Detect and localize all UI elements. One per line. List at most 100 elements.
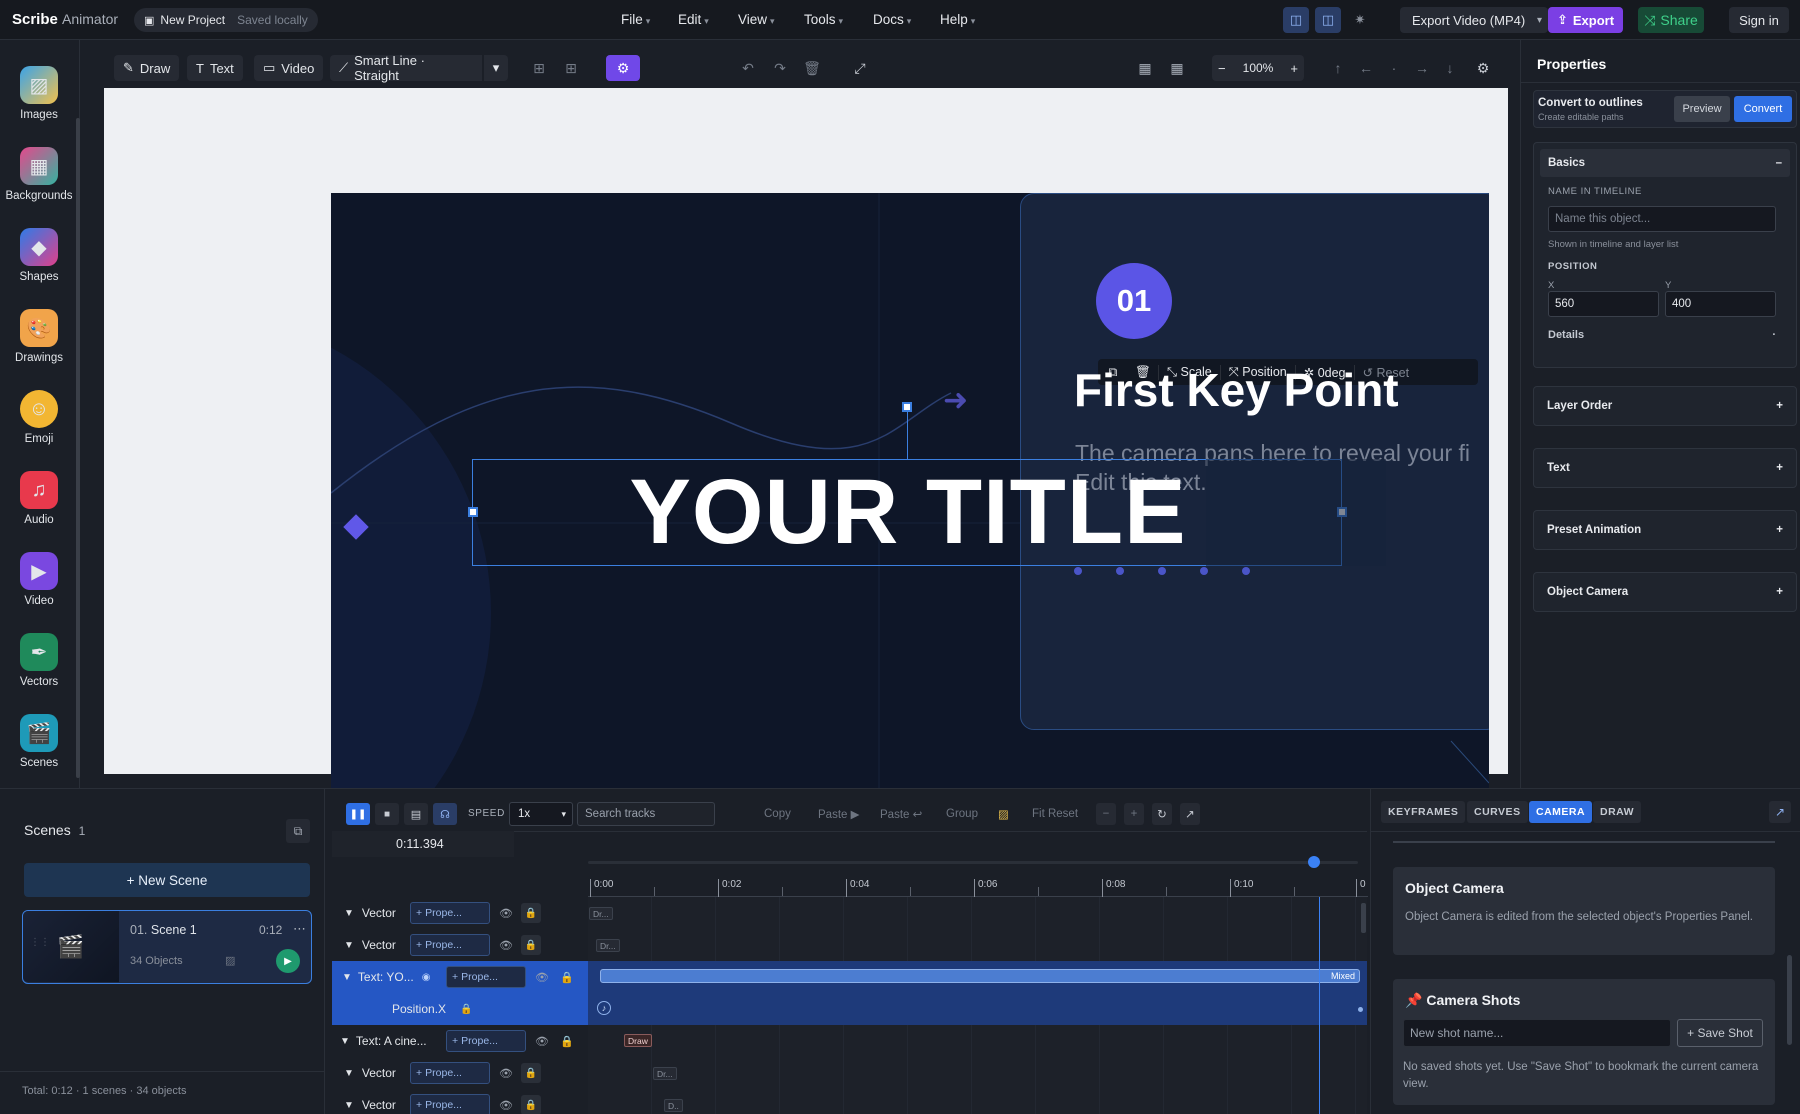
- arrow-up-icon[interactable]: ↑: [1327, 57, 1349, 79]
- stop-icon[interactable]: ■: [375, 803, 399, 825]
- properties-dropdown[interactable]: + Prope...: [410, 1062, 490, 1084]
- properties-dropdown[interactable]: + Prope...: [446, 1030, 526, 1052]
- lock-icon[interactable]: 🔒: [521, 903, 541, 923]
- key-point-heading[interactable]: First Key Point: [1074, 363, 1399, 417]
- image-icon[interactable]: ▨: [998, 803, 1009, 825]
- properties-dropdown[interactable]: + Prope...: [446, 966, 526, 988]
- position-y-input[interactable]: 400: [1665, 291, 1776, 317]
- loading-icon[interactable]: ✷: [1347, 7, 1373, 33]
- menu-file[interactable]: File ▾: [621, 12, 650, 27]
- collapse-icon[interactable]: ▼: [344, 1068, 354, 1079]
- collapse-icon[interactable]: ▼: [340, 1036, 350, 1047]
- properties-dropdown[interactable]: + Prope...: [410, 1094, 490, 1114]
- clip-chip[interactable]: Draw: [624, 1034, 652, 1047]
- settings-gear-icon[interactable]: ⚙: [606, 55, 640, 81]
- tool-vectors[interactable]: ✒ Vectors: [0, 633, 78, 688]
- trash-icon[interactable]: 🗑: [801, 57, 823, 79]
- center-icon[interactable]: ·: [1383, 57, 1405, 79]
- properties-dropdown[interactable]: + Prope...: [410, 902, 490, 924]
- track-search-input[interactable]: Search tracks: [577, 802, 715, 826]
- track-row-selected[interactable]: ▼ Text: YO... ◉ + Prope... 👁 🔒: [332, 961, 588, 993]
- position-x-input[interactable]: 560: [1548, 291, 1659, 317]
- project-pill[interactable]: ▣ New Project Saved locally: [134, 8, 318, 32]
- collapse-icon[interactable]: ▼: [344, 908, 354, 919]
- track-row[interactable]: ▼ Text: A cine... + Prope... 👁 🔒: [332, 1025, 588, 1057]
- tab-camera[interactable]: CAMERA: [1529, 801, 1593, 823]
- layout-left-icon[interactable]: ◫: [1283, 7, 1309, 33]
- export-button[interactable]: ⇪ Export: [1548, 7, 1623, 33]
- shot-name-input[interactable]: New shot name...: [1403, 1019, 1671, 1047]
- tool-audio[interactable]: ♫ Audio: [0, 471, 78, 526]
- paste-replace-button[interactable]: Paste ↩: [880, 803, 922, 825]
- preview-button[interactable]: Preview: [1674, 96, 1730, 122]
- layout-right-icon[interactable]: ◫: [1315, 7, 1341, 33]
- unlock-icon[interactable]: 🔒: [560, 971, 574, 984]
- track-scrollbar[interactable]: [1361, 903, 1366, 933]
- tool-drawings[interactable]: 🎨 Drawings: [0, 309, 78, 364]
- more-icon[interactable]: ⋯: [293, 921, 306, 937]
- lock-icon[interactable]: 🔒: [521, 935, 541, 955]
- arrow-down-icon[interactable]: ↓: [1439, 57, 1461, 79]
- clip-bar[interactable]: Mixed: [600, 969, 1360, 983]
- caption-icon[interactable]: ▤: [404, 803, 428, 825]
- eye-icon[interactable]: 👁: [499, 1067, 513, 1080]
- play-scene-icon[interactable]: ▶: [276, 949, 300, 973]
- external-link-icon[interactable]: ↗: [1180, 803, 1200, 825]
- slide[interactable]: 01 ⧉ 🗑 ⤡ Scale ⤧ Position ✲ 0deg ↺ Reset…: [331, 193, 1489, 845]
- time-ruler[interactable]: 0:00 0:02 0:04 0:06 0:08 0:10 0: [588, 877, 1368, 897]
- property-row[interactable]: Position.X 🔒: [332, 993, 588, 1025]
- duplicate-scene-icon[interactable]: ⧉: [286, 819, 310, 843]
- tab-keyframes[interactable]: KEYFRAMES: [1381, 801, 1466, 823]
- collapse-icon[interactable]: ▼: [344, 1100, 354, 1111]
- name-input[interactable]: Name this object...: [1548, 206, 1776, 232]
- menu-tools[interactable]: Tools ▾: [804, 12, 843, 27]
- eye-icon[interactable]: 👁: [499, 939, 513, 952]
- rotate-handle[interactable]: [902, 402, 912, 412]
- smart-line-button[interactable]: ⟋ Smart Line · Straight: [330, 53, 482, 83]
- grid-icon[interactable]: ▦: [1134, 57, 1156, 79]
- pause-icon[interactable]: ❚❚: [346, 803, 370, 825]
- zoom-in-icon[interactable]: +: [1124, 803, 1144, 825]
- share-button[interactable]: ⤨ Share: [1638, 7, 1704, 33]
- collapse-icon[interactable]: ▼: [344, 940, 354, 951]
- resize-handle-left[interactable]: [468, 507, 478, 517]
- properties-dropdown[interactable]: + Prope...: [410, 934, 490, 956]
- fit-reset-button[interactable]: Fit Reset: [1032, 803, 1078, 825]
- menu-view[interactable]: View ▾: [738, 12, 775, 27]
- unlock-icon[interactable]: 🔒: [460, 1004, 472, 1015]
- tool-images[interactable]: ▨ Images: [0, 66, 78, 121]
- playhead[interactable]: [1319, 897, 1320, 1114]
- redo-icon[interactable]: ↷: [769, 57, 791, 79]
- scrub-handle[interactable]: [1308, 856, 1320, 868]
- preset-animation-section[interactable]: Preset Animation +: [1533, 510, 1797, 550]
- eye-icon[interactable]: 👁: [535, 1035, 549, 1048]
- group-button[interactable]: Group: [946, 803, 978, 825]
- convert-button[interactable]: Convert: [1734, 96, 1792, 122]
- group-icon[interactable]: ⊞: [528, 57, 550, 79]
- zoom-in-icon[interactable]: +: [1290, 61, 1298, 76]
- fullscreen-icon[interactable]: ⤢: [849, 57, 871, 79]
- text-button[interactable]: T Text: [187, 55, 243, 81]
- rail-scrollbar[interactable]: [76, 118, 80, 778]
- speed-select[interactable]: 1x ▾: [509, 802, 573, 826]
- tab-draw[interactable]: DRAW: [1593, 801, 1642, 823]
- eye-icon[interactable]: 👁: [499, 1099, 513, 1112]
- basics-header[interactable]: Basics –: [1540, 149, 1790, 177]
- refresh-icon[interactable]: ↻: [1152, 803, 1172, 825]
- zoom-out-icon[interactable]: −: [1218, 61, 1226, 76]
- undo-icon[interactable]: ↶: [737, 57, 759, 79]
- clip-chip[interactable]: Dr...: [589, 907, 613, 920]
- layer-order-section[interactable]: Layer Order +: [1533, 386, 1797, 426]
- collapse-icon[interactable]: ▼: [342, 972, 352, 983]
- ungroup-icon[interactable]: ⊞: [560, 57, 582, 79]
- new-scene-button[interactable]: + New Scene: [24, 863, 310, 897]
- headphones-icon[interactable]: ☊: [433, 803, 457, 825]
- number-badge[interactable]: 01: [1096, 263, 1172, 339]
- lock-icon[interactable]: 🔒: [521, 1063, 541, 1083]
- track-row[interactable]: ▼ Vector + Prope... 👁 🔒: [332, 897, 588, 929]
- tool-emoji[interactable]: ☺ Emoji: [0, 390, 78, 445]
- tab-curves[interactable]: CURVES: [1467, 801, 1528, 823]
- arrow-left-icon[interactable]: ←: [1355, 57, 1377, 79]
- lock-icon[interactable]: 🔒: [521, 1095, 541, 1114]
- eye-icon[interactable]: 👁: [499, 907, 513, 920]
